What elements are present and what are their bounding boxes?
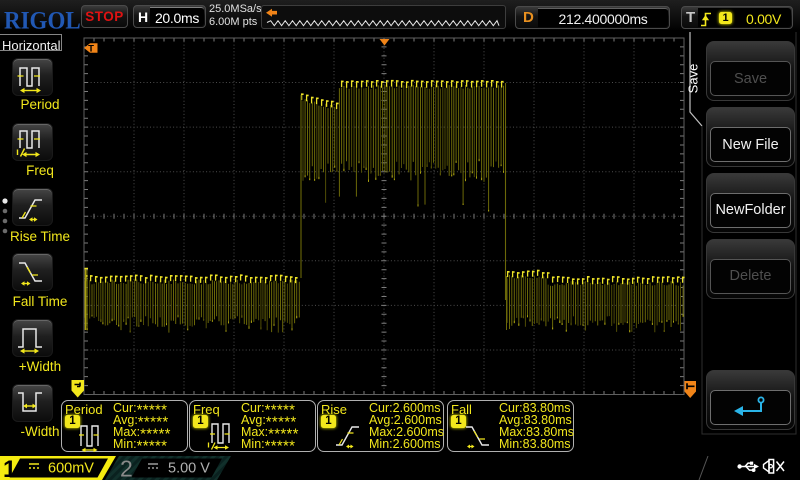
svg-text:T: T [88, 43, 94, 54]
svg-text:5.00 V: 5.00 V [168, 461, 210, 477]
svg-text:600mV: 600mV [48, 461, 94, 477]
svg-text:2: 2 [120, 456, 133, 480]
